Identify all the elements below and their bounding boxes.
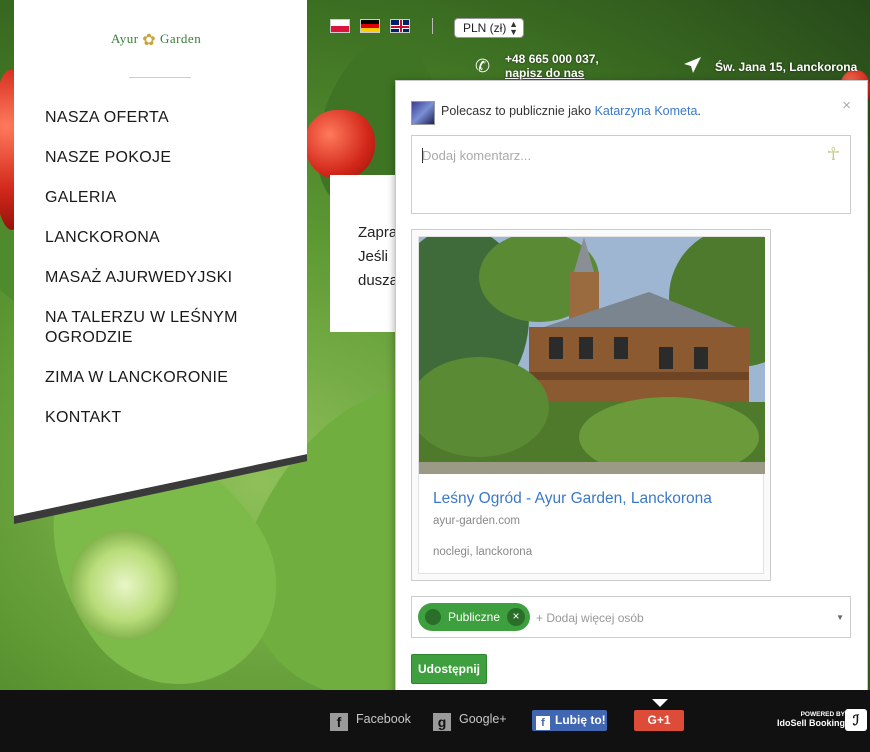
location-arrow-icon <box>684 57 701 73</box>
share-as-suffix: . <box>697 104 701 118</box>
menu-item-kontakt[interactable]: KONTAKT <box>45 408 285 428</box>
audience-selector[interactable]: Publiczne × + Dodaj więcej osób ▼ <box>411 596 851 638</box>
logo-text-right: Garden <box>159 31 202 46</box>
flag-de-icon[interactable] <box>360 19 380 33</box>
contact-phone[interactable]: +48 665 000 037, napisz do nas <box>505 52 599 80</box>
menu-item-masaz[interactable]: MASAŻ AJURWEDYJSKI <box>45 268 285 288</box>
menu-item-nasza-oferta[interactable]: NASZA OFERTA <box>45 108 285 128</box>
comment-input[interactable] <box>412 136 850 213</box>
comment-box: ☥ <box>411 135 851 214</box>
house-illustration <box>419 237 765 474</box>
audience-chip-label: Publiczne <box>448 610 501 624</box>
currency-value: PLN (zł) <box>463 21 507 35</box>
share-button[interactable]: Udostępnij <box>411 654 487 684</box>
powered-by-brand: IdoSell Booking <box>777 718 846 728</box>
menu-item-na-talerzu[interactable]: NA TALERZU W LEŚNYM OGRODZIE <box>45 308 285 348</box>
site-logo[interactable]: Ayur ✿ Garden <box>111 30 201 50</box>
text-caret <box>422 148 423 163</box>
facebook-icon: f <box>330 713 348 731</box>
link-preview-card[interactable]: Leśny Ogród - Ayur Garden, Lanckorona ay… <box>418 236 765 574</box>
popup-pointer <box>652 699 668 707</box>
content-text: Zapra Jeśli dusza <box>358 221 398 293</box>
powered-by-label: POWERED BY <box>800 711 846 718</box>
menu-item-zima[interactable]: ZIMA W LANCKORONIE <box>45 368 285 388</box>
preview-image-house <box>419 237 765 474</box>
preview-domain: ayur-garden.com <box>433 515 520 527</box>
close-icon[interactable]: × <box>842 97 851 114</box>
preview-tags: noclegi, lanckorona <box>433 546 533 558</box>
currency-select[interactable]: PLN (zł) ▲ ▼ <box>454 18 524 38</box>
nav-panel: Ayur ✿ Garden NASZA OFERTA NASZE POKOJE … <box>14 0 307 516</box>
dropdown-arrow-icon[interactable]: ▼ <box>836 613 844 622</box>
user-name-link[interactable]: Katarzyna Kometa <box>595 104 698 118</box>
user-avatar <box>411 101 435 125</box>
powered-by-badge[interactable]: POWERED BY IdoSell Booking <box>777 711 846 728</box>
gplus-share-dialog: Polecasz to publicznie jako Katarzyna Ko… <box>395 80 868 700</box>
write-to-us-link[interactable]: napisz do nas <box>505 66 599 80</box>
link-preview: Leśny Ogród - Ayur Garden, Lanckorona ay… <box>411 229 771 581</box>
remove-chip-icon[interactable]: × <box>507 608 525 626</box>
menu-item-nasze-pokoje[interactable]: NASZE POKOJE <box>45 148 285 168</box>
menu-item-lanckorona[interactable]: LANCKORONA <box>45 228 285 248</box>
footer-bar: f Facebook g Google+ f Lubię to! G+1 POWERE… <box>0 690 870 752</box>
language-separator <box>432 18 433 34</box>
fb-like-button[interactable]: f Lubię to! <box>532 710 607 731</box>
fb-like-label: Lubię to! <box>555 713 606 727</box>
top-bar: PLN (zł) ▲ ▼ ✆ +48 665 000 037, napisz do… <box>307 0 870 80</box>
add-people-input[interactable]: + Dodaj więcej osób <box>536 611 644 625</box>
address-text: Św. Jana 15, Lanckorona <box>715 60 858 74</box>
globe-icon <box>425 609 441 625</box>
idosell-logo-icon[interactable]: ℐ <box>845 709 867 731</box>
content-line: Jeśli <box>358 248 389 265</box>
facebook-label: Facebook <box>356 712 411 726</box>
googleplus-link[interactable]: g Google+ <box>433 712 507 731</box>
content-line: Zapra <box>358 224 398 241</box>
phone-number[interactable]: +48 665 000 037, <box>505 52 599 66</box>
flag-en-icon[interactable] <box>390 19 410 33</box>
logo-divider <box>129 77 191 78</box>
select-arrows-icon: ▲ ▼ <box>509 19 518 37</box>
share-as-prefix: Polecasz to publicznie jako <box>441 104 592 118</box>
flag-pl-icon[interactable] <box>330 19 350 33</box>
menu-item-galeria[interactable]: GALERIA <box>45 188 285 208</box>
mention-plus-icon[interactable]: ☥ <box>827 144 840 165</box>
facebook-f-icon: f <box>536 716 550 730</box>
logo-text-left: Ayur <box>111 31 139 46</box>
logo-flower-icon: ✿ <box>142 32 157 49</box>
preview-title-link[interactable]: Leśny Ogród - Ayur Garden, Lanckorona <box>433 490 712 508</box>
gplus-one-button[interactable]: G+1 <box>634 710 684 731</box>
content-line: dusza <box>358 272 399 289</box>
googleplus-label: Google+ <box>459 712 507 726</box>
main-menu: NASZA OFERTA NASZE POKOJE GALERIA LANCKO… <box>45 108 285 448</box>
googleplus-icon: g <box>433 713 451 731</box>
audience-chip-public[interactable]: Publiczne × <box>418 603 530 631</box>
share-as-text: Polecasz to publicznie jako Katarzyna Ko… <box>441 104 701 118</box>
facebook-link[interactable]: f Facebook <box>330 712 411 731</box>
phone-icon: ✆ <box>475 56 491 76</box>
